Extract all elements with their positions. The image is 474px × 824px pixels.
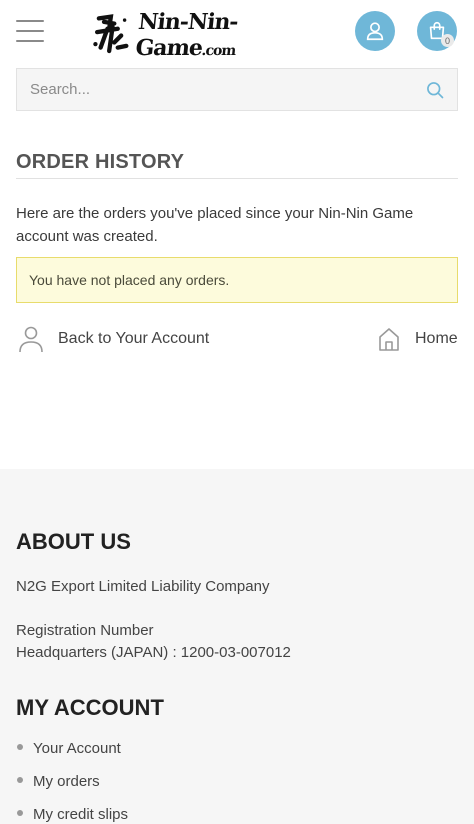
user-outline-icon <box>19 326 43 353</box>
bullet-icon <box>17 744 23 750</box>
footer-link-label: My orders <box>33 773 100 790</box>
alert-message: You have not placed any orders. <box>29 272 230 288</box>
bullet-icon <box>17 777 23 783</box>
search-icon[interactable] <box>413 69 457 110</box>
registration-label: Registration Number <box>16 622 154 639</box>
footer-link-label: My credit slips <box>33 806 129 823</box>
site-header: Nin-Nin-Game.com 0 <box>0 0 474 64</box>
intro-text: Here are the orders you've placed since … <box>16 205 414 245</box>
account-links-list: Your Account My orders My credit slips <box>16 740 128 824</box>
page-title: ORDER HISTORY <box>16 151 185 173</box>
company-name: N2G Export Limited Liability Company <box>16 578 270 595</box>
footer-link-my-orders[interactable]: My orders <box>16 773 128 806</box>
my-account-heading: MY ACCOUNT <box>16 695 164 720</box>
home-icon <box>379 328 399 351</box>
home-link-label: Home <box>415 330 458 347</box>
footer-link-label: Your Account <box>33 740 121 757</box>
cart-button[interactable]: 0 <box>417 11 457 51</box>
logo-suffix: .com <box>200 43 237 59</box>
bullet-icon <box>17 810 23 816</box>
cart-count-badge: 0 <box>441 34 454 47</box>
back-to-account-link[interactable]: Back to Your Account <box>18 324 209 354</box>
registration-number: Headquarters (JAPAN) : 1200-03-007012 <box>16 644 291 661</box>
hamburger-menu-icon[interactable] <box>16 20 44 42</box>
title-divider <box>16 178 458 179</box>
user-icon <box>366 22 384 41</box>
search-input[interactable] <box>17 69 413 110</box>
account-button[interactable] <box>355 11 395 51</box>
logo-wordmark: Nin-Nin-Game.com <box>134 9 310 61</box>
about-us-heading: ABOUT US <box>16 529 131 554</box>
footer-link-your-account[interactable]: Your Account <box>16 740 128 773</box>
footer-link-credit-slips[interactable]: My credit slips <box>16 806 128 824</box>
ninja-kanji-logo-icon <box>93 14 129 54</box>
back-link-label: Back to Your Account <box>58 330 210 347</box>
no-orders-alert: You have not placed any orders. <box>16 257 458 303</box>
site-logo[interactable]: Nin-Nin-Game.com <box>92 6 310 61</box>
home-link[interactable]: Home <box>377 324 458 354</box>
search-bar <box>16 68 458 111</box>
